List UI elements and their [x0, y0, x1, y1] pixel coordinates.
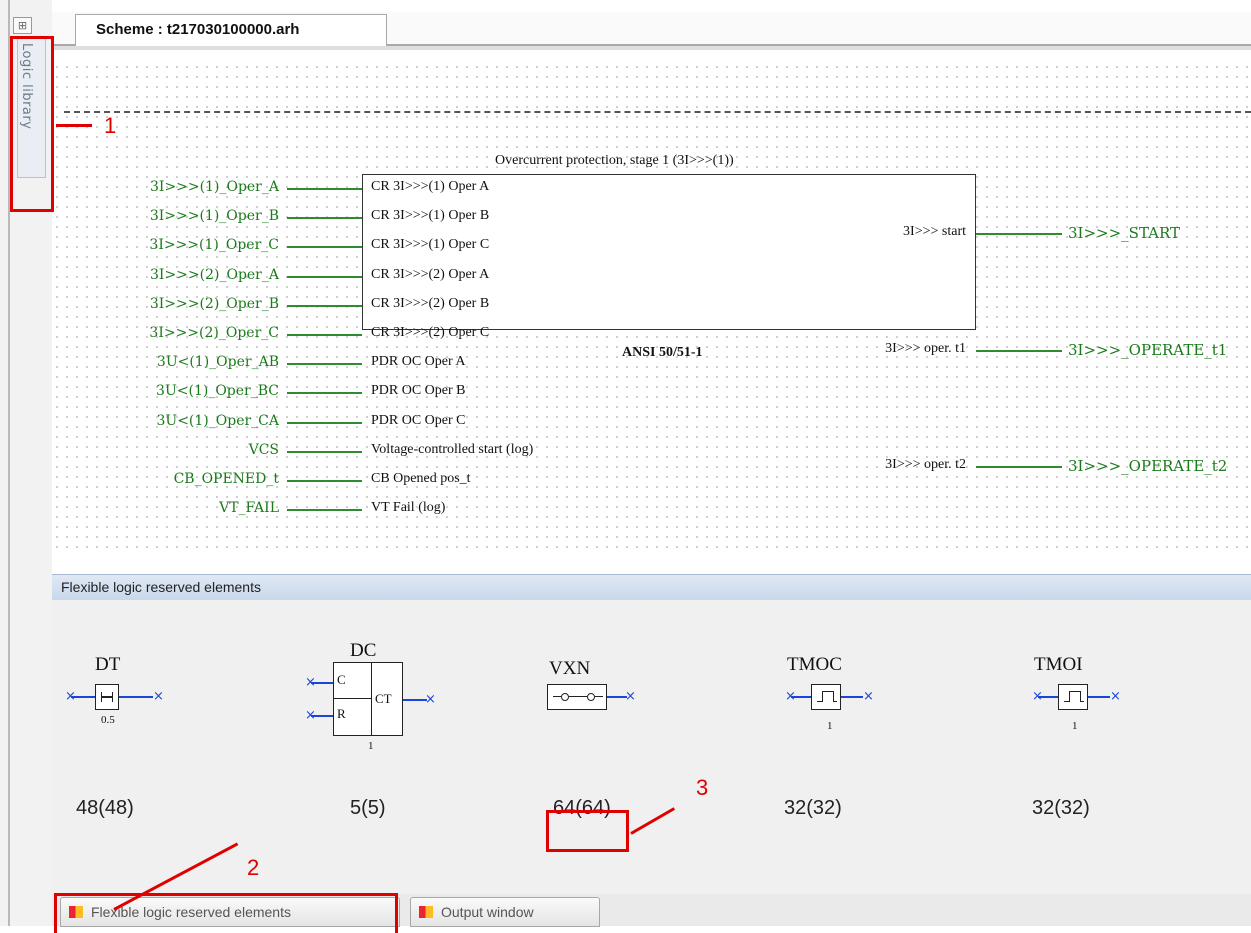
- input-signal[interactable]: 3I>>>(2)_Oper_B: [150, 296, 279, 312]
- page-boundary-dashed-line: [64, 111, 1251, 113]
- callout-2-number: 2: [247, 855, 260, 880]
- element-name-vxn: VXN: [549, 658, 591, 679]
- input-wire: [287, 509, 362, 512]
- callout-3-box: [546, 810, 629, 852]
- element-name-tmoc: TMOC: [787, 654, 842, 675]
- dc-pin-ct: CT: [375, 691, 392, 706]
- element-name-tmoi: TMOI: [1034, 654, 1083, 675]
- input-signal[interactable]: VCS: [249, 442, 279, 458]
- output-pin-label: 3I>>> oper. t1: [885, 341, 966, 356]
- input-pin-label: CR 3I>>>(1) Oper A: [371, 179, 490, 194]
- panel-body: [52, 600, 1251, 894]
- input-pin-label: CR 3I>>>(2) Oper B: [371, 295, 490, 311]
- input-pin-label: VT Fail (log): [371, 500, 446, 516]
- input-wire: [287, 217, 362, 220]
- input-wire: [287, 246, 362, 249]
- callout-1-box: [10, 36, 54, 212]
- output-signal[interactable]: 3I>>>_START: [1068, 224, 1180, 242]
- input-signal[interactable]: 3U<(1)_Oper_BC: [156, 383, 279, 399]
- counter-icon[interactable]: × × C R CT ×: [305, 662, 436, 736]
- element-sub-dt: 0.5: [101, 714, 115, 726]
- output-pin-label: 3I>>> start: [903, 224, 966, 239]
- input-wire: [287, 480, 362, 482]
- input-signal[interactable]: 3I>>>(1)_Oper_A: [150, 179, 279, 195]
- element-count-dc: 5(5): [350, 797, 386, 819]
- element-sub-tmoc: 1: [827, 720, 833, 732]
- input-wire: [287, 304, 362, 307]
- input-wire: [287, 392, 362, 395]
- input-wire: [287, 275, 362, 278]
- output-wire: [976, 466, 1062, 468]
- scheme-tab[interactable]: Scheme : t217030100000.arh: [75, 14, 387, 46]
- panel-header: Flexible logic reserved elements: [52, 574, 1251, 601]
- input-wire: [287, 450, 362, 453]
- input-pin-label: CB Opened pos_t: [371, 471, 471, 486]
- output-wire: [976, 233, 1062, 235]
- tab-output-window[interactable]: Output window: [410, 897, 600, 927]
- element-count-dt: 48(48): [76, 797, 134, 819]
- input-pin-label: Voltage-controlled start (log): [371, 441, 534, 457]
- input-wire: [287, 334, 362, 336]
- input-pin-label: CR 3I>>>(1) Oper C: [371, 237, 490, 253]
- callout-1-number: 1: [104, 113, 117, 138]
- output-pin-label: 3I>>> oper. t2: [885, 457, 966, 472]
- switch-icon[interactable]: ×: [545, 684, 645, 710]
- callout-2-box: [54, 893, 398, 933]
- block-title: Overcurrent protection, stage 1 (3I>>>(1…: [495, 153, 734, 168]
- dc-pin-c: C: [337, 672, 346, 687]
- element-sub-tmoi: 1: [1072, 720, 1078, 732]
- canvas-border: [52, 46, 1251, 50]
- input-pin-label: PDR OC Oper A: [371, 354, 466, 370]
- output-signal[interactable]: 3I>>>_OPERATE_t2: [1068, 457, 1227, 475]
- input-signal[interactable]: 3I>>>(1)_Oper_B: [150, 208, 279, 224]
- dc-pin-r: R: [337, 706, 346, 721]
- pulse-icon[interactable]: × ×: [785, 684, 885, 710]
- input-signal[interactable]: 3U<(1)_Oper_CA: [156, 413, 279, 429]
- input-signal[interactable]: 3U<(1)_Oper_AB: [157, 354, 279, 370]
- element-count-tmoi: 32(32): [1032, 797, 1090, 819]
- scheme-tab-label: Scheme : t217030100000.arh: [96, 21, 300, 38]
- input-signal[interactable]: 3I>>>(2)_Oper_A: [150, 267, 279, 283]
- input-wire: [287, 363, 362, 366]
- timer-delay-icon[interactable]: × ×: [65, 684, 170, 710]
- input-pin-label: PDR OC Oper C: [371, 412, 466, 428]
- pin-icon[interactable]: ⊞: [13, 17, 32, 34]
- element-name-dc: DC: [350, 640, 377, 661]
- input-pin-label: PDR OC Oper B: [371, 383, 466, 399]
- callout-3-number: 3: [696, 775, 709, 800]
- element-name-dt: DT: [95, 654, 121, 675]
- input-signal[interactable]: VT_FAIL: [219, 500, 279, 516]
- output-signal[interactable]: 3I>>>_OPERATE_t1: [1068, 341, 1227, 359]
- input-pin-label: CR 3I>>>(1) Oper B: [371, 208, 490, 224]
- input-wire: [287, 188, 362, 190]
- block-name: ANSI 50/51-1: [622, 345, 703, 360]
- tab-label: Output window: [441, 904, 534, 920]
- input-wire: [287, 421, 362, 424]
- input-pin-label: CR 3I>>>(2) Oper A: [371, 266, 490, 282]
- input-signal[interactable]: CB_OPENED_t: [174, 471, 279, 487]
- element-sub-dc: 1: [368, 740, 374, 752]
- input-signal[interactable]: 3I>>>(1)_Oper_C: [149, 237, 279, 253]
- output-wire: [976, 350, 1062, 352]
- callout-1-line: [56, 124, 92, 127]
- pulse-icon[interactable]: × ×: [1032, 684, 1132, 710]
- input-pin-label: CR 3I>>>(2) Oper C: [371, 325, 490, 340]
- input-signal[interactable]: 3I>>>(2)_Oper_C: [149, 325, 279, 341]
- panel-title: Flexible logic reserved elements: [61, 579, 261, 595]
- element-count-tmoc: 32(32): [784, 797, 842, 819]
- panel-window-icon: [419, 906, 433, 918]
